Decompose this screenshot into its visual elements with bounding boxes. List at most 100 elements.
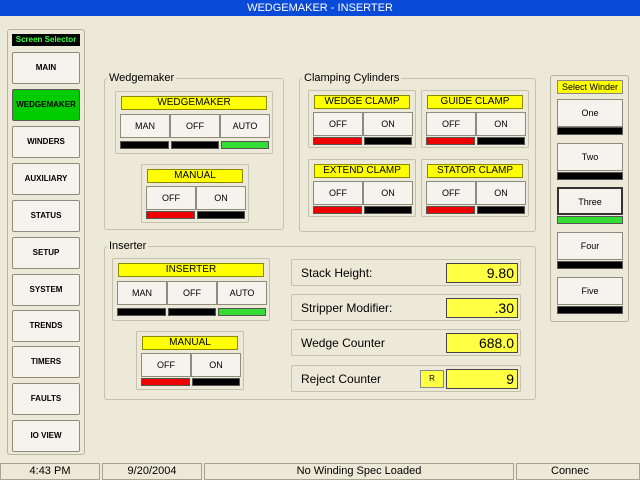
inserter-manual-title: MANUAL xyxy=(142,336,238,350)
reject-counter-field: Reject Counter R 9 xyxy=(291,365,521,392)
stator-clamp-control: STATOR CLAMP OFF ON xyxy=(421,159,529,217)
winder-one-indicator xyxy=(557,127,623,135)
stack-height-field: Stack Height: 9.80 xyxy=(291,259,521,286)
extend-clamp-control: EXTEND CLAMP OFF ON xyxy=(308,159,416,217)
winder-two-indicator xyxy=(557,172,623,180)
stator-clamp-on-indicator xyxy=(477,206,525,214)
status-bar: 4:43 PM 9/20/2004 No Winding Spec Loaded… xyxy=(0,463,640,480)
extend-clamp-off-indicator xyxy=(313,206,362,214)
reject-counter-label: Reject Counter xyxy=(301,372,382,386)
inserter-manual-on-indicator xyxy=(192,378,240,386)
wedge-clamp-on-indicator xyxy=(364,137,412,145)
winder-four-button[interactable]: Four xyxy=(557,232,623,260)
wedgemaker-manual-control: MANUAL OFF ON xyxy=(141,164,249,223)
stripper-modifier-label: Stripper Modifier: xyxy=(301,301,393,315)
wedge-clamp-control: WEDGE CLAMP OFF ON xyxy=(308,90,416,148)
nav-button-timers[interactable]: TIMERS xyxy=(12,346,80,378)
winder-two-button[interactable]: Two xyxy=(557,143,623,171)
wedgemaker-mode-title: WEDGEMAKER xyxy=(121,96,267,110)
inserter-man-indicator xyxy=(117,308,166,316)
stack-height-value[interactable]: 9.80 xyxy=(446,263,518,283)
status-time: 4:43 PM xyxy=(0,463,100,480)
extend-clamp-on-button[interactable]: ON xyxy=(363,181,413,205)
reject-counter-value: 9 xyxy=(446,369,518,389)
wedgemaker-mode-control: WEDGEMAKER MAN OFF AUTO xyxy=(115,91,273,154)
stripper-modifier-value[interactable]: .30 xyxy=(446,298,518,318)
inserter-auto-button[interactable]: AUTO xyxy=(217,281,267,305)
stator-clamp-off-indicator xyxy=(426,206,475,214)
window-title: WEDGEMAKER - INSERTER xyxy=(247,2,393,14)
wedgemaker-man-button[interactable]: MAN xyxy=(120,114,170,138)
screen-selector-panel: Screen Selector MAIN WEDGEMAKER WINDERS … xyxy=(7,29,85,455)
guide-clamp-off-indicator xyxy=(426,137,475,145)
wedge-counter-value: 688.0 xyxy=(446,333,518,353)
nav-button-status[interactable]: STATUS xyxy=(12,200,80,232)
wedgemaker-off-button[interactable]: OFF xyxy=(170,114,220,138)
reject-counter-reset-button[interactable]: R xyxy=(420,370,444,388)
winder-three-button[interactable]: Three xyxy=(557,187,623,215)
wedgemaker-manual-off-indicator xyxy=(146,211,195,219)
nav-button-faults[interactable]: FAULTS xyxy=(12,383,80,415)
wedge-counter-field: Wedge Counter 688.0 xyxy=(291,329,521,356)
winder-three-indicator xyxy=(557,216,623,224)
wedgemaker-off-indicator xyxy=(171,141,219,149)
wedgemaker-manual-off-button[interactable]: OFF xyxy=(146,186,196,210)
status-connection: Connec xyxy=(516,463,640,480)
nav-button-winders[interactable]: WINDERS xyxy=(12,126,80,158)
inserter-manual-off-button[interactable]: OFF xyxy=(141,353,191,377)
status-message: No Winding Spec Loaded xyxy=(204,463,514,480)
stripper-modifier-field: Stripper Modifier: .30 xyxy=(291,294,521,321)
wedgemaker-auto-indicator xyxy=(221,141,269,149)
inserter-manual-control: MANUAL OFF ON xyxy=(136,331,244,390)
wedge-clamp-title: WEDGE CLAMP xyxy=(314,95,410,109)
wedgemaker-manual-title: MANUAL xyxy=(147,169,243,183)
extend-clamp-title: EXTEND CLAMP xyxy=(314,164,410,178)
guide-clamp-title: GUIDE CLAMP xyxy=(427,95,523,109)
window-title-bar: WEDGEMAKER - INSERTER xyxy=(0,0,640,16)
guide-clamp-on-button[interactable]: ON xyxy=(476,112,526,136)
guide-clamp-control: GUIDE CLAMP OFF ON xyxy=(421,90,529,148)
inserter-manual-on-button[interactable]: ON xyxy=(191,353,241,377)
inserter-mode-title: INSERTER xyxy=(118,263,264,277)
winder-five-button[interactable]: Five xyxy=(557,277,623,305)
inserter-manual-off-indicator xyxy=(141,378,190,386)
nav-button-wedgemaker[interactable]: WEDGEMAKER xyxy=(12,89,80,121)
nav-button-main[interactable]: MAIN xyxy=(12,52,80,84)
wedge-clamp-off-button[interactable]: OFF xyxy=(313,112,363,136)
select-winder-header: Select Winder xyxy=(557,80,623,94)
wedge-clamp-off-indicator xyxy=(313,137,362,145)
stator-clamp-on-button[interactable]: ON xyxy=(476,181,526,205)
clamping-cylinders-group-label: Clamping Cylinders xyxy=(302,72,402,84)
guide-clamp-on-indicator xyxy=(477,137,525,145)
stack-height-label: Stack Height: xyxy=(301,266,373,280)
winder-four-indicator xyxy=(557,261,623,269)
winder-one-button[interactable]: One xyxy=(557,99,623,127)
inserter-off-indicator xyxy=(168,308,216,316)
nav-button-auxiliary[interactable]: AUXILIARY xyxy=(12,163,80,195)
wedgemaker-man-indicator xyxy=(120,141,169,149)
inserter-off-button[interactable]: OFF xyxy=(167,281,217,305)
wedgemaker-auto-button[interactable]: AUTO xyxy=(220,114,270,138)
wedgemaker-manual-on-indicator xyxy=(197,211,245,219)
nav-button-system[interactable]: SYSTEM xyxy=(12,274,80,306)
inserter-group-label: Inserter xyxy=(107,240,149,252)
inserter-mode-control: INSERTER MAN OFF AUTO xyxy=(112,258,270,321)
wedgemaker-group-label: Wedgemaker xyxy=(107,72,177,84)
extend-clamp-off-button[interactable]: OFF xyxy=(313,181,363,205)
extend-clamp-on-indicator xyxy=(364,206,412,214)
nav-button-trends[interactable]: TRENDS xyxy=(12,310,80,342)
winder-five-indicator xyxy=(557,306,623,314)
inserter-man-button[interactable]: MAN xyxy=(117,281,167,305)
status-date: 9/20/2004 xyxy=(102,463,202,480)
guide-clamp-off-button[interactable]: OFF xyxy=(426,112,476,136)
nav-button-io-view[interactable]: IO VIEW xyxy=(12,420,80,452)
nav-button-setup[interactable]: SETUP xyxy=(12,237,80,269)
select-winder-panel: Select Winder One Two Three Four Five xyxy=(550,75,629,322)
inserter-auto-indicator xyxy=(218,308,266,316)
wedge-counter-label: Wedge Counter xyxy=(301,336,385,350)
screen-selector-header: Screen Selector xyxy=(12,34,80,46)
stator-clamp-off-button[interactable]: OFF xyxy=(426,181,476,205)
wedgemaker-manual-on-button[interactable]: ON xyxy=(196,186,246,210)
wedge-clamp-on-button[interactable]: ON xyxy=(363,112,413,136)
stator-clamp-title: STATOR CLAMP xyxy=(427,164,523,178)
